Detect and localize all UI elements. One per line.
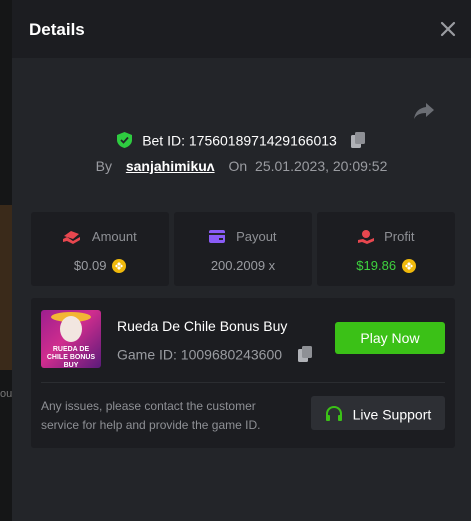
by-label: By <box>95 158 112 174</box>
backdrop-text: ou <box>0 388 13 400</box>
stat-payout-label-row: Payout <box>174 228 312 244</box>
bet-id-value: 1756018971429166013 <box>188 132 337 149</box>
modal-title: Details <box>29 20 85 39</box>
bet-stats: Amount $0.09 Payout 200.2009 x Profit $1… <box>31 212 455 286</box>
game-name: Rueda De Chile Bonus Buy <box>117 318 288 334</box>
shield-check-icon <box>117 132 133 149</box>
modal-header: Details <box>12 0 471 58</box>
stat-profit-label-row: Profit <box>317 228 455 244</box>
wallet-icon <box>209 230 226 244</box>
details-modal: Details Bet ID: 1756018971429166013 By s… <box>12 0 471 521</box>
game-thumbnail[interactable]: RUEDA DE CHILE BONUS BUY <box>41 310 101 368</box>
game-id-line: Game ID: 1009680243600 <box>117 345 313 363</box>
stat-profit-value-row: $19.86 <box>317 257 455 273</box>
page-backdrop: ou <box>0 0 12 521</box>
close-icon[interactable] <box>439 20 457 38</box>
divider <box>41 382 445 383</box>
stat-payout-value: 200.2009 x <box>210 258 276 274</box>
stat-payout: Payout 200.2009 x <box>174 212 312 286</box>
thumbnail-face <box>60 316 82 342</box>
stat-profit-value: $19.86 <box>356 258 397 274</box>
backdrop-thumbnail <box>0 205 12 370</box>
live-support-label: Live Support <box>352 406 432 423</box>
bet-id-label: Bet ID: <box>142 132 185 149</box>
support-note: Any issues, please contact the customer … <box>41 399 261 432</box>
stat-profit: Profit $19.86 <box>317 212 455 286</box>
amount-icon <box>63 230 81 244</box>
stat-profit-label: Profit <box>384 229 415 245</box>
headset-icon <box>325 406 342 422</box>
game-card: RUEDA DE CHILE BONUS BUY Rueda De Chile … <box>31 298 455 448</box>
share-icon[interactable] <box>414 103 434 119</box>
stat-payout-value-row: 200.2009 x <box>174 257 312 273</box>
bet-byline: By sanjahimikuʌ On 25.01.2023, 20:09:52 <box>12 158 471 174</box>
username-link[interactable]: sanjahimikuʌ <box>126 158 215 174</box>
coin-icon <box>401 258 416 273</box>
play-now-button[interactable]: Play Now <box>335 322 445 354</box>
game-id-label: Game ID: <box>117 346 177 363</box>
copy-icon[interactable] <box>350 132 366 149</box>
stat-amount-label-row: Amount <box>31 228 169 244</box>
profit-icon <box>357 229 374 244</box>
stat-amount-value-row: $0.09 <box>31 257 169 273</box>
stat-amount: Amount $0.09 <box>31 212 169 286</box>
live-support-button[interactable]: Live Support <box>311 396 445 430</box>
stat-payout-label: Payout <box>236 229 277 245</box>
on-label: On <box>228 158 248 174</box>
stat-amount-label: Amount <box>91 229 137 245</box>
copy-icon[interactable] <box>297 346 313 363</box>
bet-id-line: Bet ID: 1756018971429166013 <box>12 131 471 149</box>
bet-datetime: 25.01.2023, 20:09:52 <box>255 158 388 174</box>
stat-amount-value: $0.09 <box>73 258 107 274</box>
game-id-value: 1009680243600 <box>180 346 283 363</box>
coin-icon <box>112 258 127 273</box>
thumbnail-title: RUEDA DE CHILE BONUS BUY <box>46 346 96 368</box>
